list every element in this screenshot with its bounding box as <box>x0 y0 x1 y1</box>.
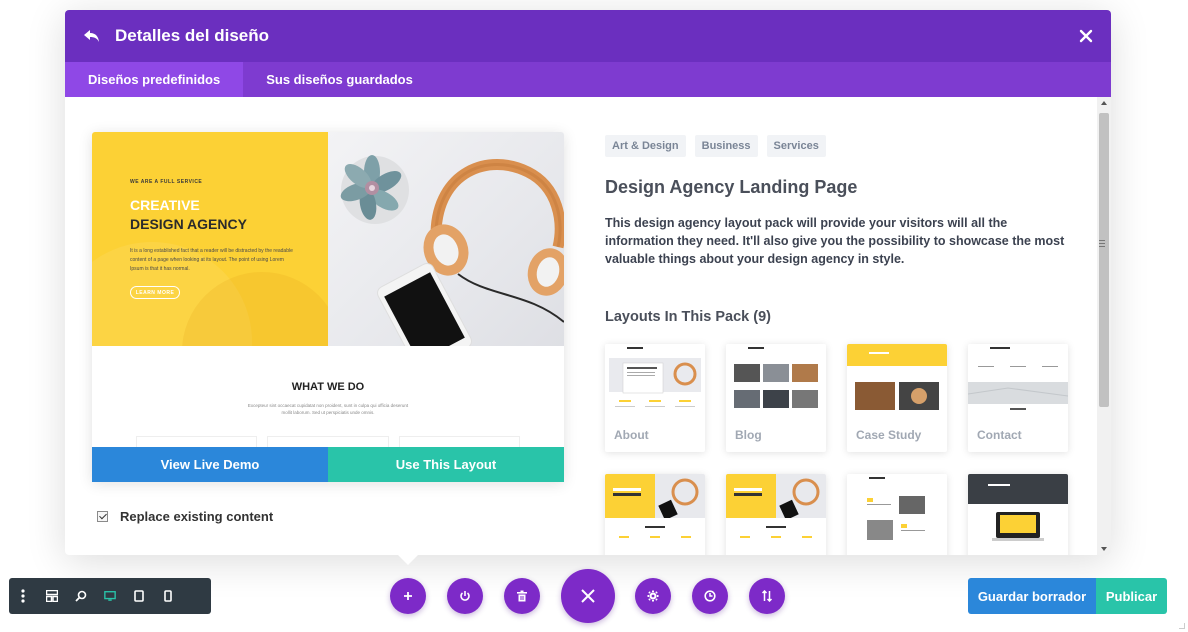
pack-description: This design agency layout pack will prov… <box>605 216 1065 266</box>
layout-card-project[interactable] <box>968 474 1068 555</box>
modal-content: WE ARE A FULL SERVICE CREATIVE DESIGN AG… <box>65 97 1097 555</box>
layout-thumbnail <box>605 474 705 546</box>
tag-art-design[interactable]: Art & Design <box>605 135 686 157</box>
hero-photo <box>328 132 564 346</box>
desk-photo-image <box>340 155 564 346</box>
hero-yellow-panel: WE ARE A FULL SERVICE CREATIVE DESIGN AG… <box>92 132 328 346</box>
layout-thumbnail <box>847 474 947 546</box>
portability-sort-button[interactable] <box>749 578 785 614</box>
modal-header: Detalles del diseño <box>65 10 1111 62</box>
history-button[interactable] <box>692 578 728 614</box>
trash-icon <box>517 590 527 602</box>
what-we-do-body: Excepteur sint occaecat cupidatat non pr… <box>247 403 409 415</box>
tab-saved-layouts[interactable]: Sus diseños guardados <box>243 62 436 97</box>
layout-name: About <box>614 428 649 442</box>
layout-thumbnail <box>726 474 826 546</box>
hero-body: It is a long established fact that a rea… <box>130 248 293 272</box>
tag-business[interactable]: Business <box>694 135 758 157</box>
portability-button[interactable] <box>447 578 483 614</box>
close-icon[interactable] <box>1079 29 1093 43</box>
hero-learn-more-button: LEARN MORE <box>130 286 180 299</box>
history-icon <box>704 590 716 602</box>
replace-content-option: Replace existing content <box>97 509 273 524</box>
scrollbar-thumb[interactable] <box>1099 113 1109 407</box>
layout-card-contact[interactable]: Contact <box>968 344 1068 452</box>
desktop-icon[interactable] <box>104 590 116 602</box>
layout-card-case-study[interactable]: Case Study <box>847 344 947 452</box>
modal-pointer <box>398 555 418 565</box>
what-we-do-title: WHAT WE DO <box>291 381 365 393</box>
close-icon <box>581 589 595 603</box>
scroll-grip-icon <box>1099 240 1105 249</box>
scroll-up-arrow-icon[interactable] <box>1101 101 1107 105</box>
layout-thumbnail <box>968 344 1068 416</box>
layout-thumbnail <box>605 344 705 416</box>
sort-icon <box>761 590 773 602</box>
layout-card-blog[interactable]: Blog <box>726 344 826 452</box>
layout-thumbnail <box>847 344 947 416</box>
clear-layout-button[interactable] <box>504 578 540 614</box>
power-icon <box>460 591 470 601</box>
replace-content-checkbox[interactable] <box>97 511 108 522</box>
scroll-down-arrow-icon[interactable] <box>1101 547 1107 551</box>
more-vertical-icon[interactable] <box>17 589 29 603</box>
layout-name: Case Study <box>856 428 922 442</box>
layout-thumbnail <box>968 474 1068 546</box>
layout-card-portfolio[interactable] <box>847 474 947 555</box>
save-draft-button[interactable]: Guardar borrador <box>968 578 1096 614</box>
hero-title-line1: CREATIVE <box>130 197 200 213</box>
resize-grip-icon <box>1179 623 1185 629</box>
tab-predefined-layouts[interactable]: Diseños predefinidos <box>65 62 244 97</box>
layout-thumbnail <box>726 344 826 416</box>
modal-title: Detalles del diseño <box>115 26 269 45</box>
zoom-icon[interactable] <box>75 590 87 602</box>
tab-bar: Diseños predefinidos Sus diseños guardad… <box>65 62 1111 97</box>
view-mode-toolbar <box>9 578 211 614</box>
add-button[interactable] <box>390 578 426 614</box>
use-this-layout-button[interactable]: Use This Layout <box>328 447 564 482</box>
hero-kicker: WE ARE A FULL SERVICE <box>130 179 203 185</box>
hero-title-line2: DESIGN AGENCY <box>130 216 247 232</box>
layout-card-about[interactable]: About <box>605 344 705 452</box>
plus-icon <box>404 592 412 600</box>
layout-icon[interactable] <box>46 590 58 602</box>
layout-card-home[interactable] <box>605 474 705 555</box>
publish-button[interactable]: Publicar <box>1096 578 1167 614</box>
layout-name: Contact <box>977 428 1022 442</box>
preview-hero: WE ARE A FULL SERVICE CREATIVE DESIGN AG… <box>92 132 564 346</box>
pack-title: Design Agency Landing Page <box>605 177 858 197</box>
view-live-demo-button[interactable]: View Live Demo <box>92 447 328 482</box>
preview-actions: View Live Demo Use This Layout <box>92 447 564 482</box>
tag-services[interactable]: Services <box>766 135 826 157</box>
gear-icon <box>647 590 659 602</box>
close-builder-button[interactable] <box>561 569 615 623</box>
layout-details-modal: Detalles del diseño Diseños predefinidos… <box>65 10 1111 555</box>
layout-card-landing[interactable] <box>726 474 826 555</box>
tablet-icon[interactable] <box>133 590 145 602</box>
modal-scrollbar[interactable] <box>1097 97 1111 555</box>
replace-content-label[interactable]: Replace existing content <box>120 509 273 524</box>
back-icon[interactable] <box>83 27 101 45</box>
phone-icon[interactable] <box>162 590 174 602</box>
layout-name: Blog <box>735 428 762 442</box>
layouts-section-title: Layouts In This Pack (9) <box>605 309 771 325</box>
layout-preview: WE ARE A FULL SERVICE CREATIVE DESIGN AG… <box>92 132 564 482</box>
page-settings-button[interactable] <box>635 578 671 614</box>
category-tags: Art & Design Business Services <box>605 135 826 157</box>
